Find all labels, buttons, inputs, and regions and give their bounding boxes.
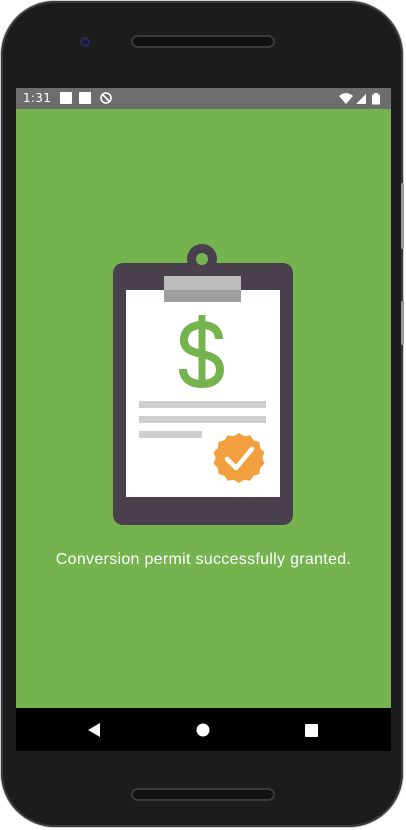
text-line <box>139 416 266 423</box>
home-button[interactable] <box>189 716 217 744</box>
clipboard-clip-bottom <box>164 290 241 302</box>
text-line <box>139 431 202 438</box>
success-message: Conversion permit successfully granted. <box>55 551 352 568</box>
phone-frame: 1:31 Conversion permit successfully gran… <box>1 1 404 827</box>
status-time: 1:31 <box>23 91 52 105</box>
back-icon <box>88 723 100 737</box>
text-line <box>139 401 266 408</box>
navigation-bar <box>16 708 391 751</box>
front-camera <box>80 37 90 47</box>
bottom-speaker <box>131 788 275 801</box>
clipboard-ring-hole <box>196 253 208 265</box>
earpiece-speaker <box>131 35 275 48</box>
volume-button <box>401 301 404 345</box>
wifi-icon <box>339 93 353 104</box>
home-icon <box>196 723 210 737</box>
screen: 1:31 Conversion permit successfully gran… <box>16 88 391 751</box>
recents-icon <box>304 723 318 737</box>
signal-icon <box>356 94 366 104</box>
status-bar: 1:31 <box>16 88 391 109</box>
power-button <box>401 183 404 249</box>
recents-button[interactable] <box>297 716 325 744</box>
status-right-icons <box>339 93 380 105</box>
app-content: Conversion permit successfully granted. <box>16 109 391 708</box>
clipboard-dollar-approved-icon <box>113 244 293 525</box>
notification-square-icon <box>60 92 72 104</box>
notification-square-icon <box>79 92 91 104</box>
sync-icon <box>100 92 112 104</box>
clipboard-clip-top <box>164 276 241 290</box>
battery-icon <box>372 93 380 105</box>
back-button[interactable] <box>80 716 108 744</box>
